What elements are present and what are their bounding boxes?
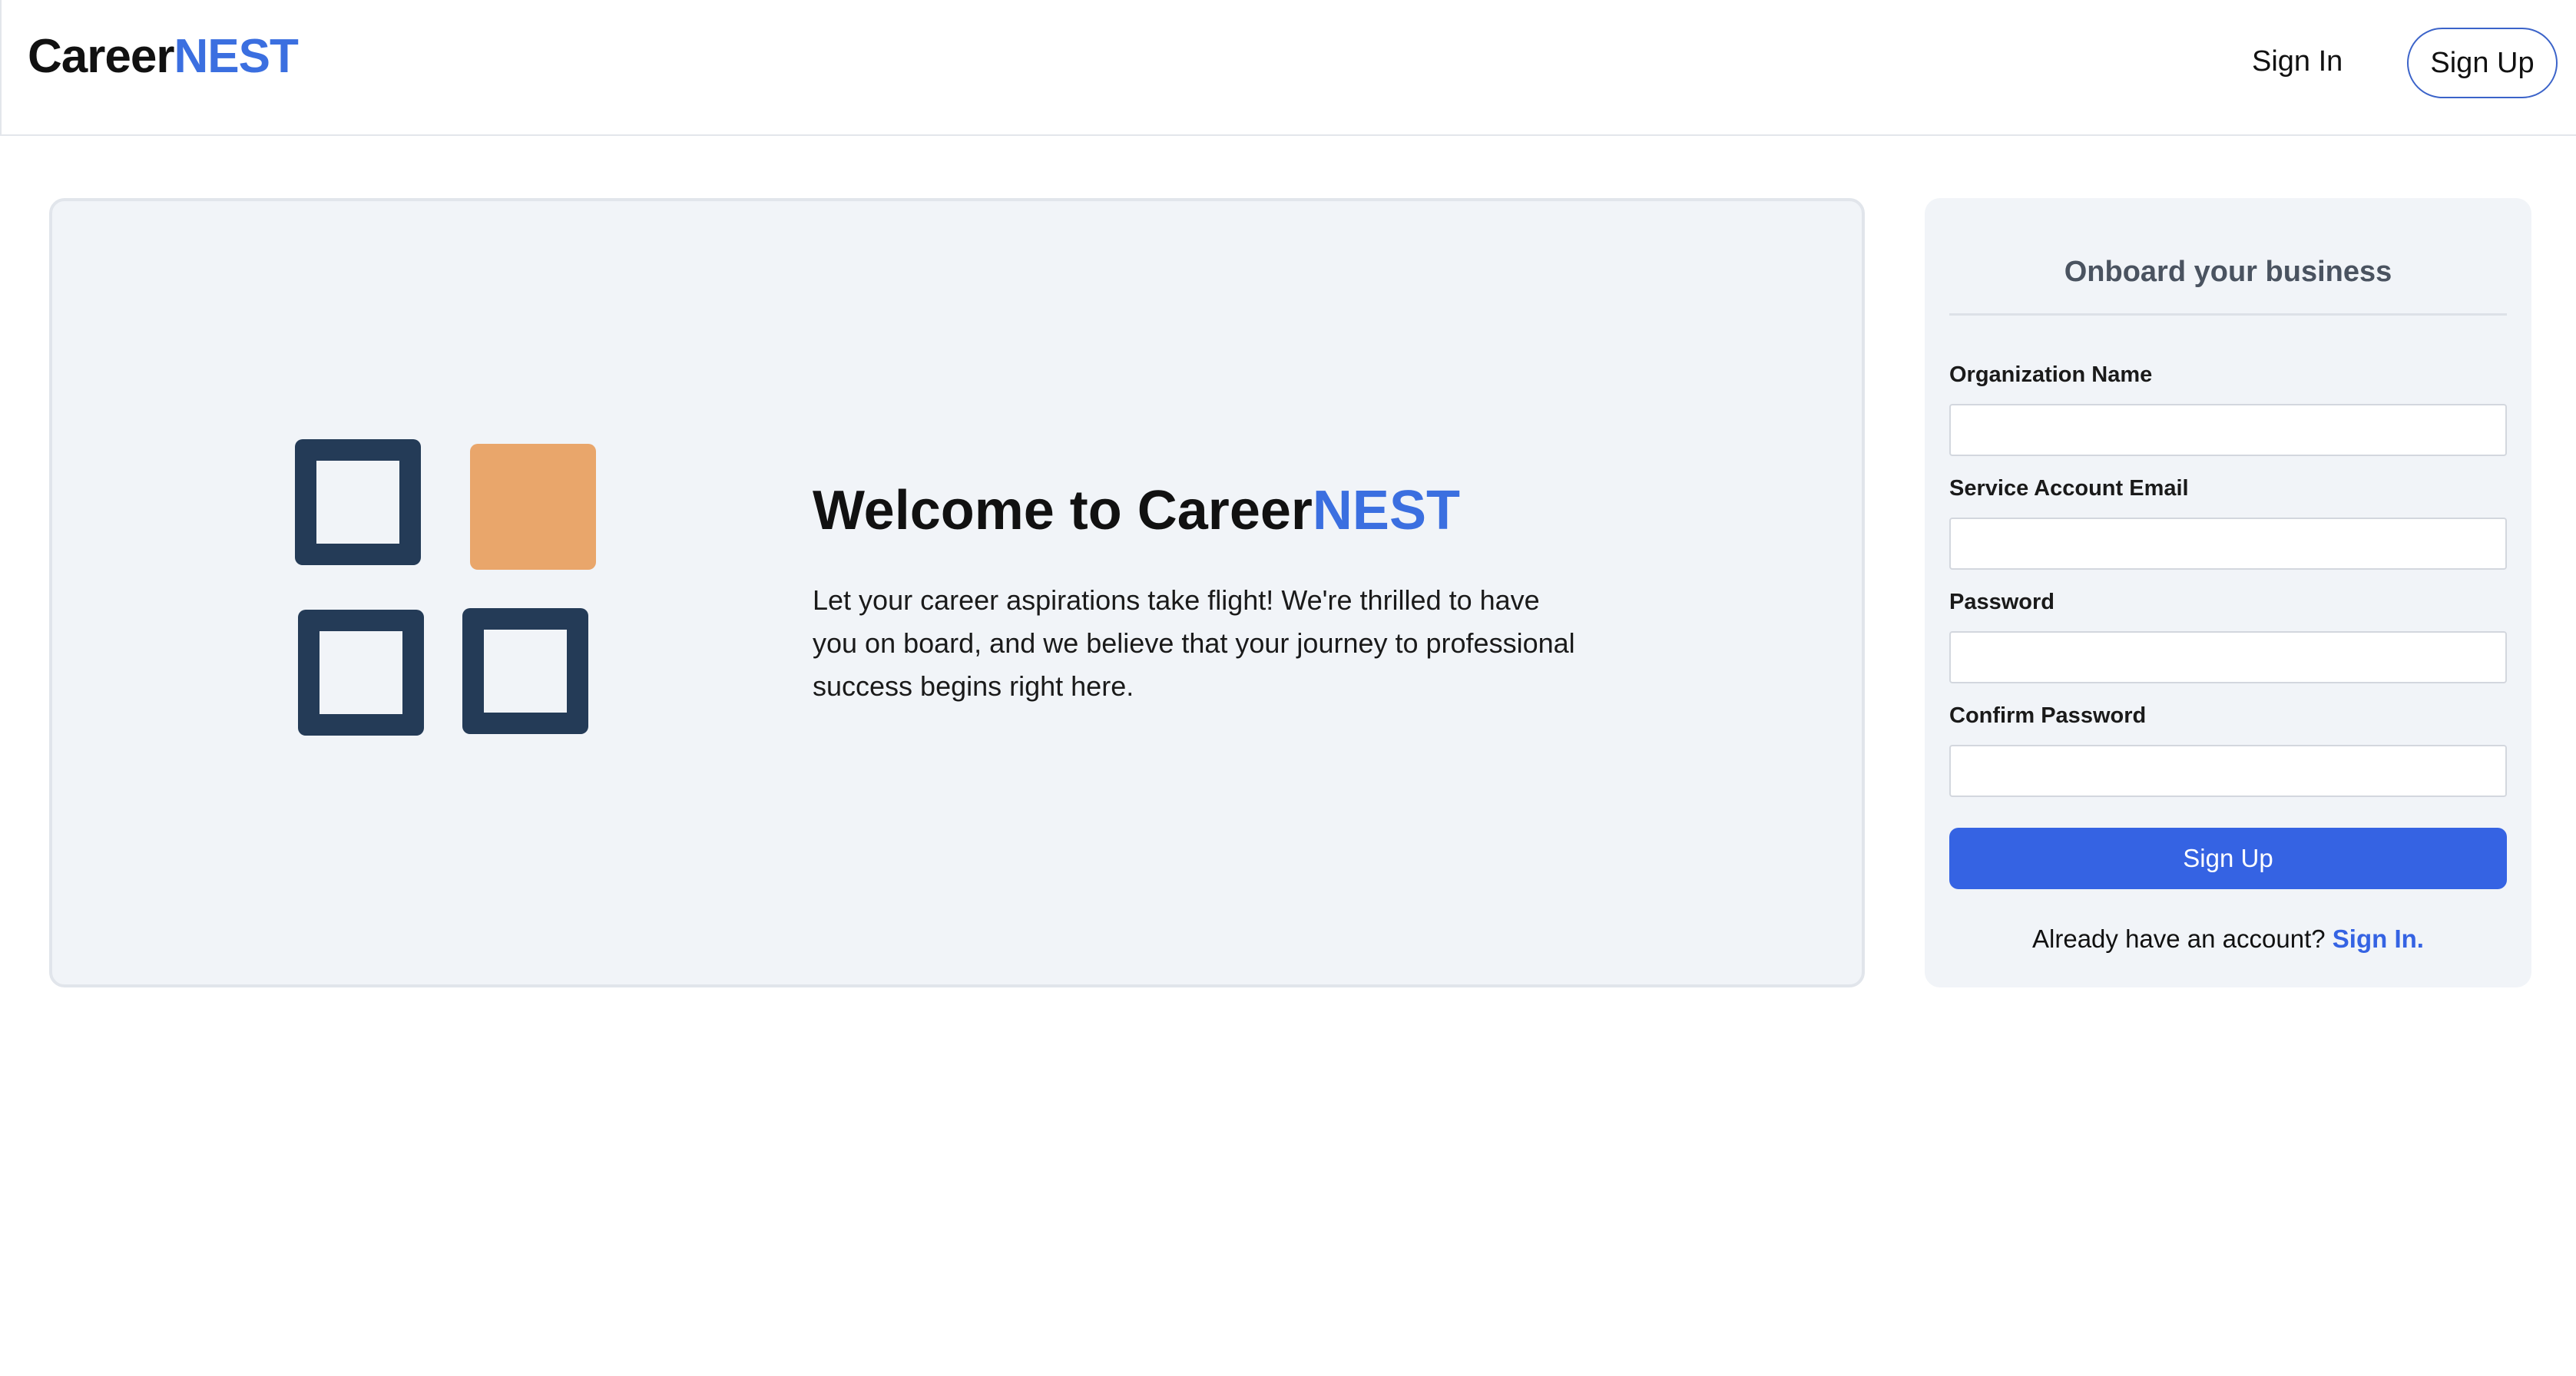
grid-square-bottom-right	[462, 608, 588, 734]
grid-square-bottom-left	[298, 610, 424, 736]
password-label: Password	[1949, 590, 2055, 614]
form-title: Onboard your business	[2064, 256, 2392, 288]
nav-signup-button[interactable]: Sign Up	[2407, 28, 2558, 98]
existing-account-prompt: Already have an account?	[2032, 925, 2326, 953]
confirm-password-input[interactable]	[1949, 745, 2507, 797]
onboard-form-panel: Onboard your business Organization Name …	[1925, 198, 2531, 987]
confirm-password-label: Confirm Password	[1949, 703, 2147, 728]
organization-name-label: Organization Name	[1949, 362, 2153, 387]
brand-logo-accent: NEST	[174, 30, 298, 83]
brand-logo-primary: Career	[28, 30, 174, 83]
signup-submit-button[interactable]: Sign Up	[1949, 828, 2507, 889]
organization-name-input[interactable]	[1949, 404, 2507, 456]
welcome-panel: Welcome to CareerNEST Let your career as…	[49, 198, 1865, 987]
existing-account-line: Already have an account? Sign In.	[1925, 921, 2531, 957]
service-account-email-input[interactable]	[1949, 518, 2507, 570]
service-account-email-label: Service Account Email	[1949, 476, 2189, 501]
signin-link[interactable]: Sign In.	[2333, 925, 2424, 953]
password-input[interactable]	[1949, 631, 2507, 683]
grid-square-top-left	[295, 439, 421, 565]
welcome-heading-prefix: Welcome to Career	[813, 480, 1313, 541]
nav-signin-link[interactable]: Sign In	[2252, 40, 2343, 83]
welcome-heading: Welcome to CareerNEST	[813, 476, 1460, 545]
brand-logo[interactable]: CareerNEST	[28, 29, 299, 84]
welcome-body-text: Let your career aspirations take flight!…	[813, 584, 1575, 702]
form-divider	[1949, 313, 2507, 316]
welcome-heading-accent: NEST	[1312, 480, 1460, 541]
top-nav-bar: CareerNEST Sign In Sign Up	[0, 0, 2576, 136]
grid-square-top-right	[470, 444, 596, 570]
